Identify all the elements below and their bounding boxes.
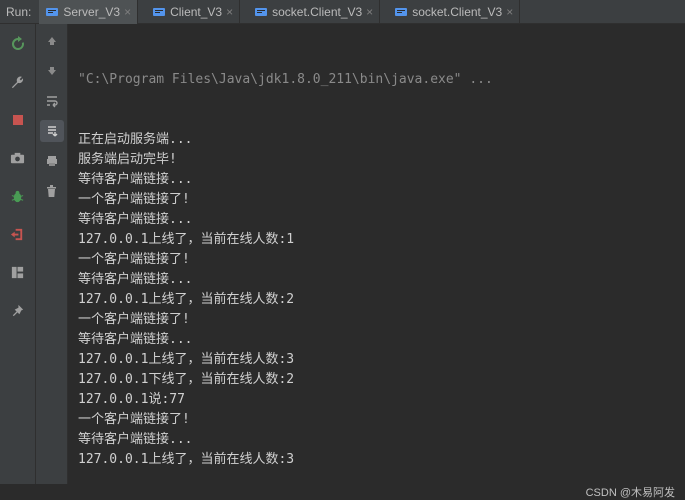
tab-label: Client_V3 xyxy=(170,5,222,19)
watermark-text: CSDN @木易阿发 xyxy=(586,484,675,500)
down-arrow-icon[interactable] xyxy=(40,60,64,82)
footer-bar: CSDN @木易阿发 xyxy=(0,484,685,500)
console-line: 一个客户端链接了! xyxy=(78,250,675,270)
console-line: 正在启动服务端... xyxy=(78,130,675,150)
app-icon xyxy=(394,5,408,19)
console-line: 127.0.0.1上线了，当前在线人数:2 xyxy=(78,290,675,310)
console-output[interactable]: "C:\Program Files\Java\jdk1.8.0_211\bin\… xyxy=(68,24,685,484)
rerun-icon[interactable] xyxy=(5,32,31,56)
exit-icon[interactable] xyxy=(5,222,31,246)
close-icon[interactable]: × xyxy=(226,5,233,19)
stop-icon[interactable] xyxy=(5,108,31,132)
console-line: 127.0.0.1说:77 xyxy=(78,390,675,410)
console-line: 等待客户端链接... xyxy=(78,330,675,350)
tab-server-v3[interactable]: Server_V3 × xyxy=(39,0,138,24)
print-icon[interactable] xyxy=(40,150,64,172)
close-icon[interactable]: × xyxy=(124,5,131,19)
tab-label: Server_V3 xyxy=(63,5,120,19)
tab-socket-client-v3-2[interactable]: socket.Client_V3 × xyxy=(388,0,520,24)
main-area: "C:\Program Files\Java\jdk1.8.0_211\bin\… xyxy=(0,24,685,484)
up-arrow-icon[interactable] xyxy=(40,30,64,52)
console-line: 127.0.0.1上线了，当前在线人数:3 xyxy=(78,350,675,370)
close-icon[interactable]: × xyxy=(366,5,373,19)
run-tabs-bar: Run: Server_V3 × Client_V3 × socket.Clie… xyxy=(0,0,685,24)
bug-icon[interactable] xyxy=(5,184,31,208)
tab-label: socket.Client_V3 xyxy=(412,5,502,19)
console-line: 127.0.0.1下线了，当前在线人数:2 xyxy=(78,370,675,390)
console-line: 等待客户端链接... xyxy=(78,430,675,450)
wrench-icon[interactable] xyxy=(5,70,31,94)
console-line: 等待客户端链接... xyxy=(78,170,675,190)
layout-icon[interactable] xyxy=(5,260,31,284)
console-line: 等待客户端链接... xyxy=(78,210,675,230)
app-icon xyxy=(152,5,166,19)
tab-socket-client-v3-1[interactable]: socket.Client_V3 × xyxy=(248,0,380,24)
console-line: 127.0.0.1上线了，当前在线人数:1 xyxy=(78,230,675,250)
tab-client-v3[interactable]: Client_V3 × xyxy=(146,0,240,24)
console-line: 等待客户端链接... xyxy=(78,270,675,290)
left-gutter xyxy=(0,24,36,484)
app-icon xyxy=(45,5,59,19)
console-line: 一个客户端链接了! xyxy=(78,310,675,330)
console-command-line: "C:\Program Files\Java\jdk1.8.0_211\bin\… xyxy=(78,70,675,90)
console-line: 一个客户端链接了! xyxy=(78,190,675,210)
close-icon[interactable]: × xyxy=(506,5,513,19)
trash-icon[interactable] xyxy=(40,180,64,202)
console-line: 一个客户端链接了! xyxy=(78,410,675,430)
console-line: 127.0.0.1上线了，当前在线人数:3 xyxy=(78,450,675,470)
camera-icon[interactable] xyxy=(5,146,31,170)
tab-label: socket.Client_V3 xyxy=(272,5,362,19)
scroll-to-end-icon[interactable] xyxy=(40,120,64,142)
console-toolbar xyxy=(36,24,68,484)
console-line: 服务端启动完毕! xyxy=(78,150,675,170)
soft-wrap-icon[interactable] xyxy=(40,90,64,112)
pin-icon[interactable] xyxy=(5,298,31,322)
run-label: Run: xyxy=(6,5,31,19)
app-icon xyxy=(254,5,268,19)
